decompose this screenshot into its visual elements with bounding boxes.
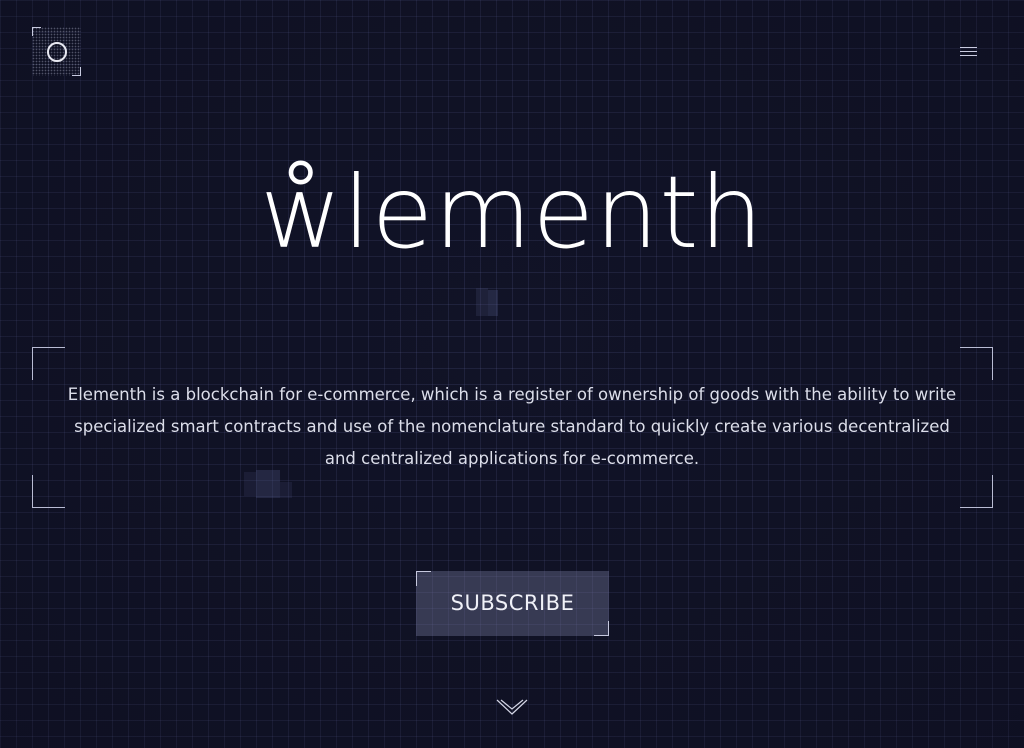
decorative-pixel (476, 288, 488, 316)
subscribe-button[interactable]: SUBSCRIBE (416, 571, 609, 636)
frame-corner-top-right (960, 347, 993, 380)
frame-corner-bottom-left (32, 475, 65, 508)
decorative-pixel (488, 290, 498, 316)
circle-logo-icon (47, 42, 67, 62)
double-chevron-down-icon[interactable] (496, 696, 528, 718)
logo-corner-bottom-right (72, 67, 81, 76)
decorative-pixel (244, 472, 256, 496)
frame-corner-top-left (32, 347, 65, 380)
menu-line (960, 55, 977, 56)
frame-corner-bottom-right (960, 475, 993, 508)
decorative-pixel (280, 482, 292, 498)
menu-line (960, 47, 977, 48)
logo-corner-top-left (32, 27, 41, 36)
subscribe-button-label: SUBSCRIBE (450, 591, 575, 615)
logo[interactable] (32, 27, 81, 76)
hamburger-menu-icon[interactable] (956, 42, 982, 62)
chevron-svg (496, 699, 528, 715)
menu-line (960, 51, 977, 52)
hero-description: Elementh is a blockchain for e-commerce,… (67, 385, 957, 468)
brand-wordmark: ẘlementh (260, 154, 764, 271)
